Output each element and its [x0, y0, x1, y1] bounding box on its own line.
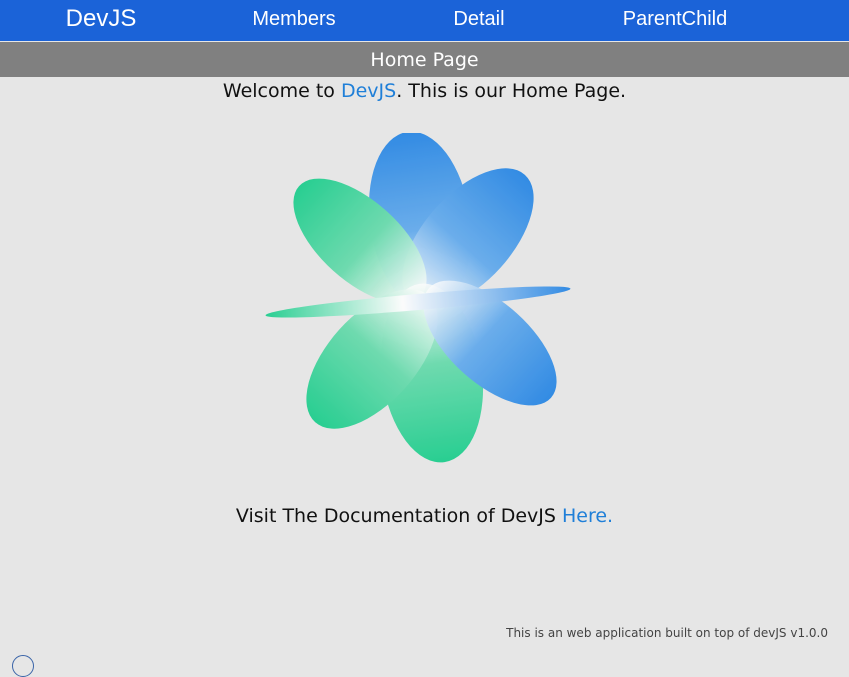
docs-here-link[interactable]: Here. [562, 505, 613, 527]
nav-link-detail[interactable]: Detail [453, 0, 504, 41]
devjs-logo [265, 133, 571, 463]
welcome-prefix: Welcome to [222, 80, 341, 102]
devjs-link[interactable]: DevJS [341, 80, 396, 102]
footer-text: This is an web application built on top … [506, 626, 828, 640]
corner-circle-icon [12, 655, 34, 677]
nav-link-members[interactable]: Members [252, 0, 335, 41]
welcome-message: Welcome to DevJS. This is our Home Page. [0, 78, 849, 104]
docs-text: Visit The Documentation of DevJS [235, 505, 562, 527]
brand-link[interactable]: DevJS [66, 0, 137, 41]
page-title: Home Page [370, 49, 479, 71]
top-navbar: DevJS Members Detail ParentChild [0, 0, 849, 41]
documentation-message: Visit The Documentation of DevJS Here. [0, 503, 849, 529]
nav-link-parentchild[interactable]: ParentChild [623, 0, 728, 41]
page-title-bar: Home Page [0, 42, 849, 77]
welcome-suffix: . This is our Home Page. [396, 80, 627, 102]
